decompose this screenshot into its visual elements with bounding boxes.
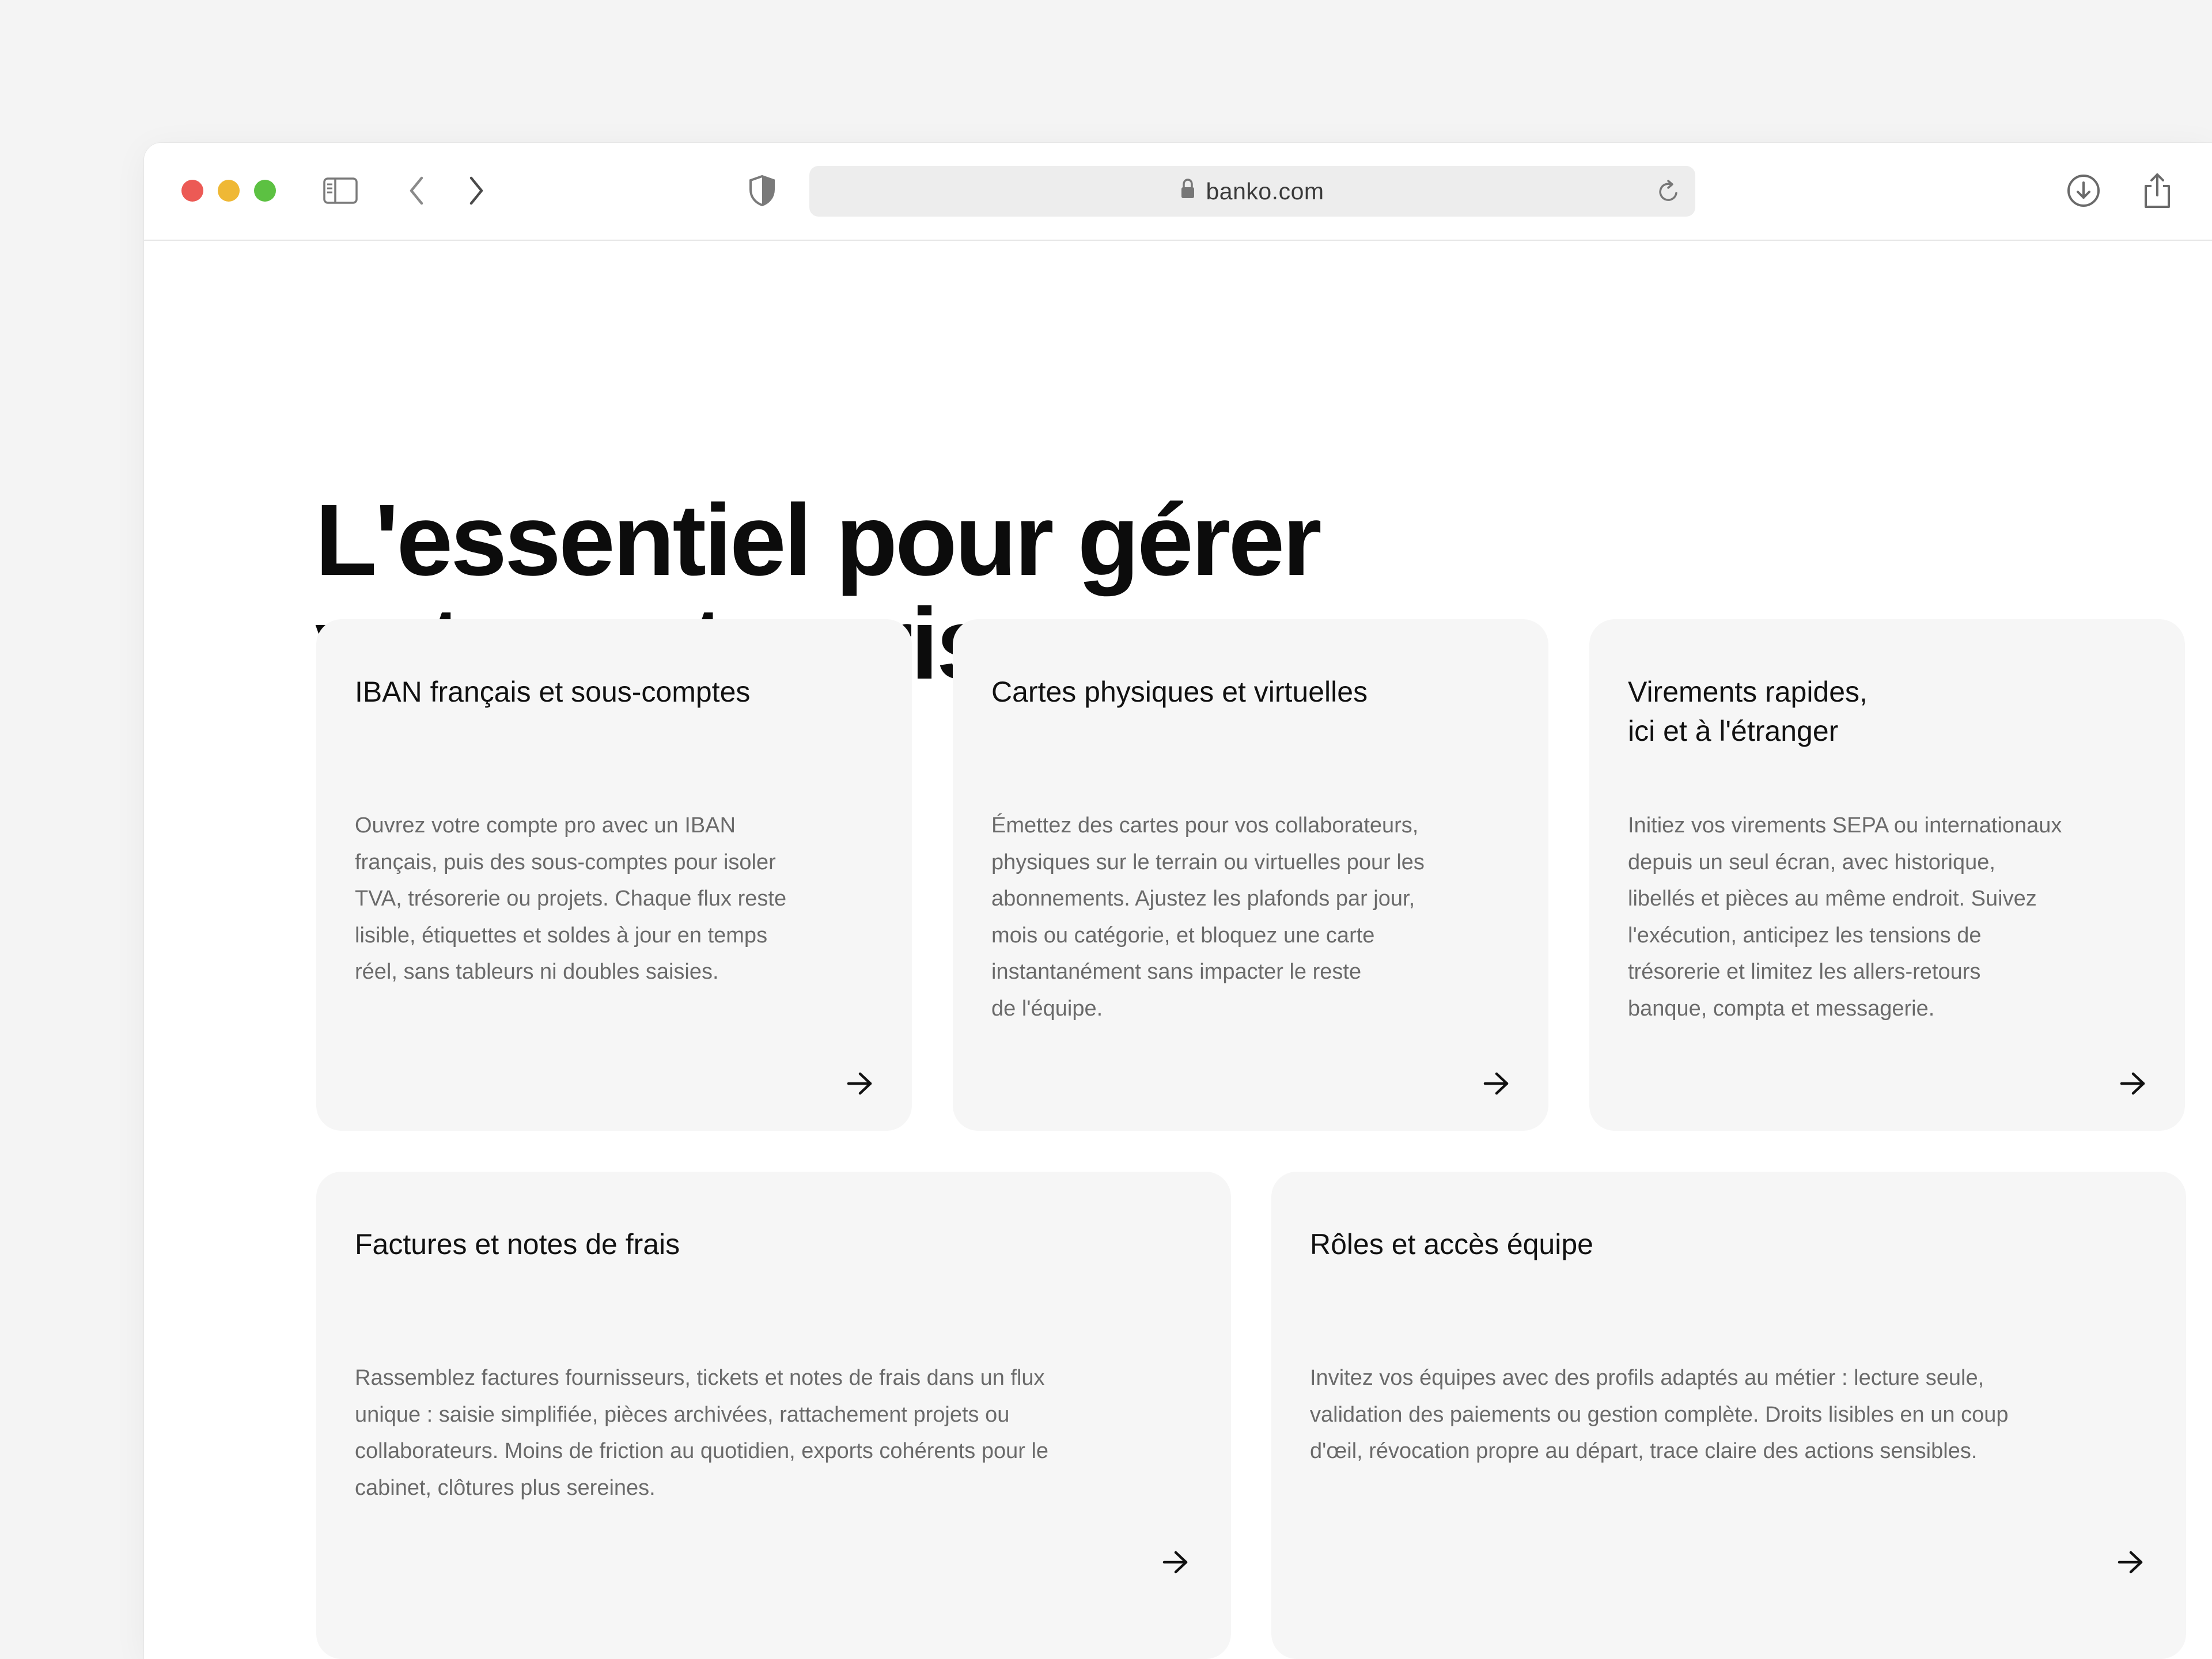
- chevron-right-icon[interactable]: [457, 172, 495, 210]
- page-title-line-1: L'essentiel pour gérer: [315, 484, 1322, 597]
- card-title: Rôles et accès équipe: [1310, 1228, 1593, 1260]
- card-description: Invitez vos équipes avec des profils ada…: [1310, 1366, 2009, 1463]
- sidebar-icon[interactable]: [321, 172, 359, 210]
- feature-card-roles[interactable]: Rôles et accès équipe Invitez vos équipe…: [1271, 1172, 2186, 1659]
- card-title: Factures et notes de frais: [355, 1228, 680, 1260]
- url-text: banko.com: [1206, 177, 1324, 204]
- zoom-window-button[interactable]: [254, 180, 276, 202]
- arrow-right-icon[interactable]: [2117, 1067, 2149, 1100]
- arrow-right-icon[interactable]: [844, 1067, 876, 1100]
- address-bar[interactable]: banko.com: [809, 166, 1695, 217]
- reload-icon[interactable]: [1654, 176, 1684, 206]
- arrow-right-icon[interactable]: [2115, 1546, 2147, 1578]
- browser-window: banko.com L'essentiel pour gérer IBAN fr…: [144, 143, 2212, 1659]
- card-description: Émettez des cartes pour vos collaborateu…: [991, 813, 1425, 1021]
- lock-icon: [1180, 178, 1195, 205]
- shield-icon[interactable]: [743, 172, 781, 210]
- share-icon[interactable]: [2138, 172, 2176, 210]
- arrow-right-icon[interactable]: [1480, 1067, 1513, 1100]
- minimize-window-button[interactable]: [218, 180, 240, 202]
- feature-card-transfers[interactable]: Virements rapides, ici et à l'étranger I…: [1589, 619, 2185, 1131]
- card-description: Rassemblez factures fournisseurs, ticket…: [355, 1366, 1049, 1500]
- chevron-left-icon[interactable]: [397, 172, 435, 210]
- download-icon[interactable]: [2065, 172, 2103, 210]
- arrow-right-icon[interactable]: [1160, 1546, 1192, 1578]
- card-title: IBAN français et sous-comptes: [355, 676, 751, 708]
- browser-toolbar: banko.com: [144, 143, 2212, 241]
- close-window-button[interactable]: [181, 180, 203, 202]
- card-title: Virements rapides, ici et à l'étranger: [1628, 676, 1868, 747]
- card-description: Ouvrez votre compte pro avec un IBAN fra…: [355, 813, 787, 984]
- feature-card-invoices[interactable]: Factures et notes de frais Rassemblez fa…: [316, 1172, 1231, 1659]
- feature-card-cards[interactable]: Cartes physiques et virtuelles Émettez d…: [953, 619, 1548, 1131]
- card-title: Cartes physiques et virtuelles: [991, 676, 1368, 708]
- card-description: Initiez vos virements SEPA ou internatio…: [1628, 813, 2062, 1021]
- feature-card-iban[interactable]: IBAN français et sous-comptes Ouvrez vot…: [316, 619, 912, 1131]
